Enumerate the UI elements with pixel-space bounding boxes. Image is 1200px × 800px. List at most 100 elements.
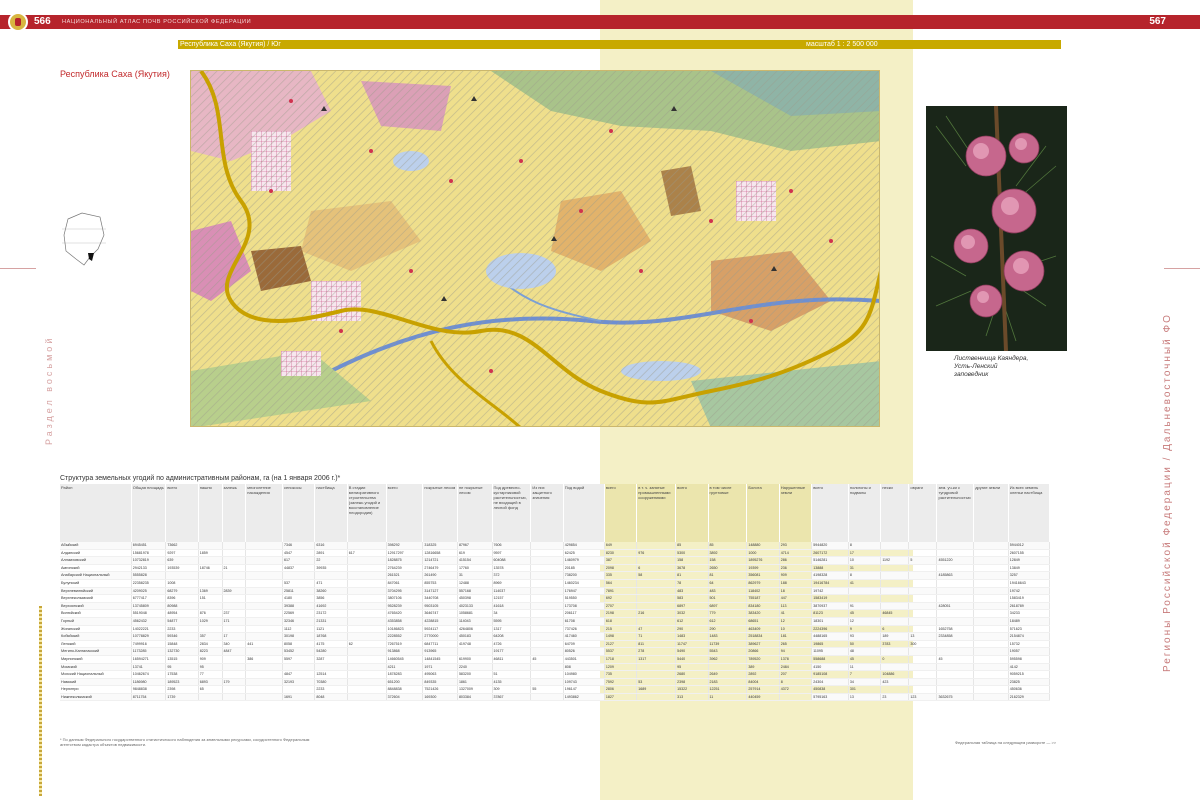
table-cell: 20185 xyxy=(563,564,605,573)
table-cell xyxy=(347,663,387,672)
table-row: Верхнеколымский 6777417 8396 151 4180 3856 380… xyxy=(60,594,1051,603)
table-cell: 58 xyxy=(636,571,677,580)
table-cell: 2618789 xyxy=(1008,602,1051,611)
table-cell: 39388 xyxy=(282,602,316,611)
table-cell: 6 xyxy=(880,625,910,634)
table-cell xyxy=(347,617,387,626)
column-header: другие земли xyxy=(973,484,1009,542)
table-cell: 12917297 xyxy=(386,549,424,558)
table-cell: 1583419 xyxy=(1008,594,1051,603)
table-cell: 3257 xyxy=(1008,571,1051,580)
table-cell xyxy=(530,542,564,550)
table-cell: 357 xyxy=(198,632,223,641)
table-cell: 2892 xyxy=(746,670,780,679)
table-cell: 0 xyxy=(880,655,910,664)
table-cell: 10462674 xyxy=(131,670,167,679)
table-cell xyxy=(347,571,387,580)
table-cell xyxy=(936,678,975,687)
table-cell xyxy=(222,549,247,558)
table-cell xyxy=(880,564,910,573)
table-cell: 4551220 xyxy=(936,556,975,565)
table-cell: 8848838 xyxy=(386,685,424,694)
table-cell: 13745809 xyxy=(131,602,167,611)
table-cell: 1718 xyxy=(604,655,638,664)
table-cell xyxy=(245,609,283,618)
table-cell xyxy=(245,571,283,580)
table-cell: 45 xyxy=(848,609,882,618)
table-cell xyxy=(245,670,283,679)
table-cell: 23 xyxy=(880,693,910,702)
table-row: Верхоянский 13745809 80988 39388 41692 952823… xyxy=(60,602,1051,611)
table-cell xyxy=(222,693,247,702)
table-cell: 4135 xyxy=(492,678,532,687)
table-cell: 6847711 xyxy=(422,640,458,649)
table-cell xyxy=(779,693,813,702)
table-cell xyxy=(936,609,975,618)
district-name: Мирнинский xyxy=(60,655,132,664)
table-cell: 261521 xyxy=(386,571,424,580)
table-cell: 4353858 xyxy=(386,617,424,626)
table-cell: 4211 xyxy=(386,663,424,672)
continuation-note: Федеральная таблица на следующем разворо… xyxy=(955,740,1056,745)
table-cell: 3892 xyxy=(708,549,748,558)
table-cell: 9185108 xyxy=(811,670,849,679)
table-row: Мирнинский 16594271 13515 909 386 5597 3287 146… xyxy=(60,655,1051,664)
table-cell xyxy=(973,579,1009,588)
table-cell: 443501 xyxy=(563,655,605,664)
table-cell: 415154 xyxy=(457,556,493,565)
table-cell: 423 xyxy=(880,678,910,687)
table-cell: 557168 xyxy=(457,587,493,596)
region-title: Республика Саха (Якутия) xyxy=(60,69,170,79)
table-cell: 463409 xyxy=(746,625,780,634)
table-cell: 3783 xyxy=(880,640,910,649)
district-name: Алданский xyxy=(60,549,132,558)
table-cell: 5924117 xyxy=(422,625,458,634)
table-cell xyxy=(908,647,938,656)
table-cell: 30198 xyxy=(282,632,316,641)
left-margin-rule xyxy=(0,268,36,269)
table-cell: 95 xyxy=(198,663,223,672)
table-cell: 2746479 xyxy=(422,564,458,573)
column-header: Из них защитного значения xyxy=(530,484,564,542)
table-cell: 913868 xyxy=(386,647,424,656)
table-cell: 4488165 xyxy=(811,632,849,641)
table-cell xyxy=(936,594,975,603)
table-cell: 21331 xyxy=(314,617,348,626)
table-cell xyxy=(347,579,387,588)
table-cell xyxy=(530,549,564,558)
table-cell: 4175 xyxy=(314,640,348,649)
table-cell: 398292 xyxy=(386,542,424,550)
table-cell: 450183 xyxy=(457,632,493,641)
table-cell xyxy=(880,587,910,596)
table-cell: 913965 xyxy=(422,647,458,656)
column-header: залежь xyxy=(222,484,247,542)
table-cell xyxy=(222,655,247,664)
table-cell: 13515 xyxy=(165,655,199,664)
soil-map[interactable] xyxy=(190,70,880,427)
table-cell xyxy=(198,579,223,588)
table-cell: 2942133 xyxy=(131,564,167,573)
table-cell xyxy=(636,670,677,679)
table-cell: 4372 xyxy=(779,685,813,694)
table-cell: 14022221 xyxy=(131,625,167,634)
caption-line-2: Усть-Ленский xyxy=(954,363,998,370)
table-cell xyxy=(880,549,910,558)
table-cell: 19742 xyxy=(811,587,849,596)
table-cell: 1369 xyxy=(198,587,223,596)
table-cell xyxy=(936,579,975,588)
table-cell: 50 xyxy=(848,640,882,649)
table-cell xyxy=(347,609,387,618)
region-group-label: Регионы Российской Федерации / Дальневос… xyxy=(1162,313,1173,672)
table-cell: 976 xyxy=(636,549,677,558)
column-header: всего xyxy=(811,484,849,542)
table-cell xyxy=(973,678,1009,687)
column-header: Под древесно-кустарниковой растительност… xyxy=(492,484,532,542)
table-cell: 55 xyxy=(530,685,564,694)
column-header: Район xyxy=(60,484,132,542)
table-cell xyxy=(530,594,564,603)
table-cell xyxy=(636,663,677,672)
table-cell: 65 xyxy=(198,685,223,694)
table-cell xyxy=(880,647,910,656)
district-name: Верхоянский xyxy=(60,602,132,611)
table-cell xyxy=(347,678,387,687)
